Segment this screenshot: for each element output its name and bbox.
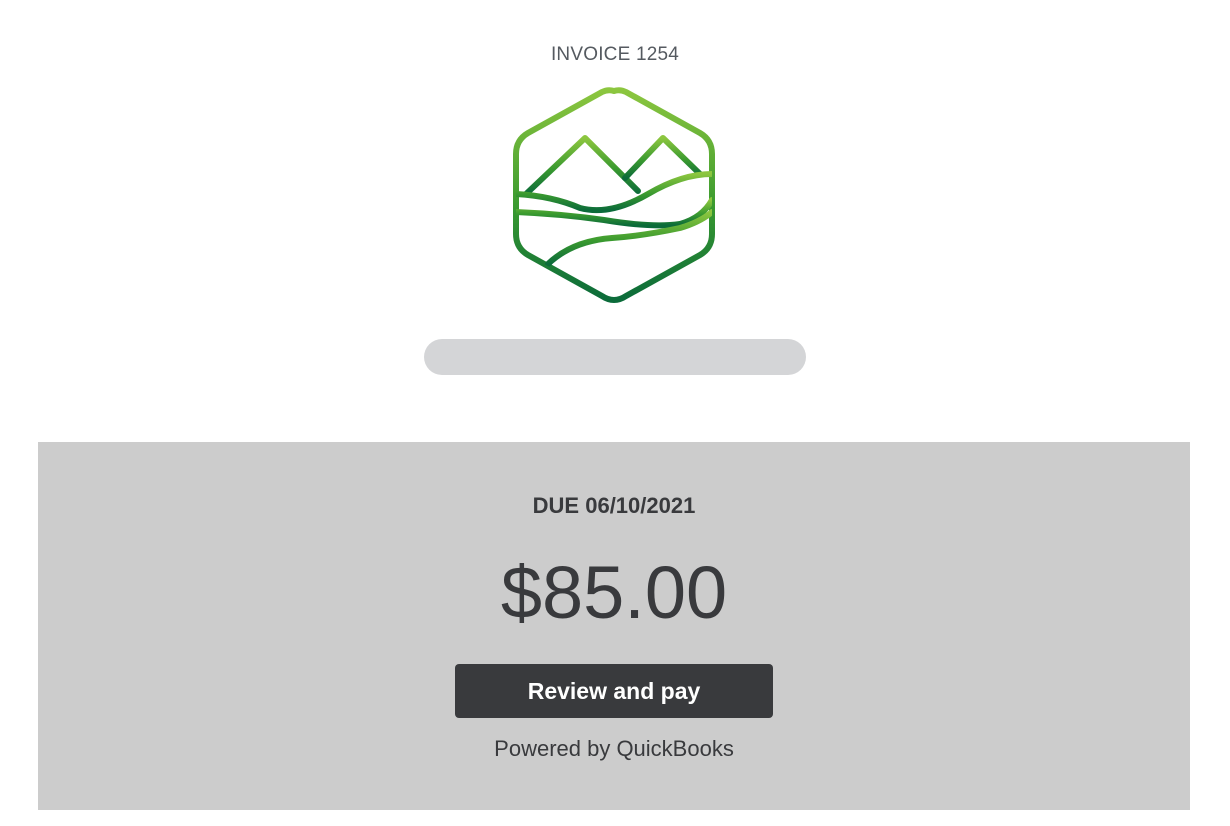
amount-due: $85.00 xyxy=(500,551,728,634)
payment-summary-panel: DUE 06/10/2021 $85.00 Review and pay Pow… xyxy=(38,442,1190,810)
review-and-pay-button[interactable]: Review and pay xyxy=(455,664,773,718)
mountain-landscape-hexagon-icon xyxy=(513,87,715,303)
invoice-number-label: INVOICE 1254 xyxy=(550,44,680,65)
due-date-label: DUE 06/10/2021 xyxy=(532,493,696,518)
redacted-text xyxy=(424,339,806,375)
invoice-email-page: INVOICE 1254 DUE 06/10/2021 $85.00 Revie… xyxy=(0,0,1230,826)
powered-by-label: Powered by QuickBooks xyxy=(494,736,734,761)
company-logo xyxy=(512,86,717,306)
